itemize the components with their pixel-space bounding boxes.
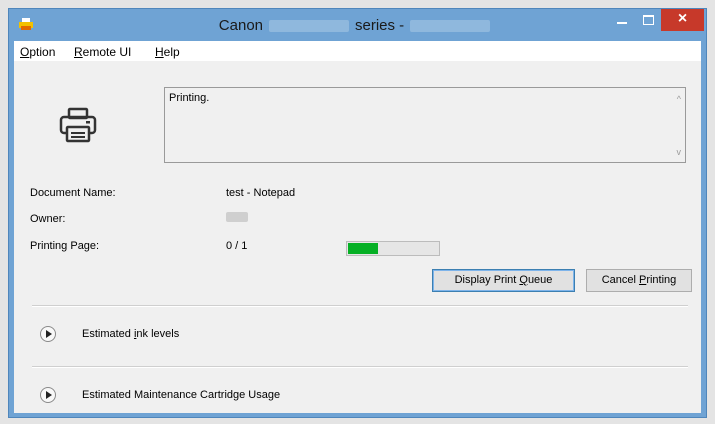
menu-option-label: ption — [29, 45, 56, 59]
client-area: Option Remote UI Help Printing. ^ v Docu… — [14, 41, 701, 413]
owner-label: Owner: — [30, 213, 66, 225]
ink-label-post: nk levels — [136, 328, 180, 340]
printer-status-window: Canon series - × Option Remote UI Help Pr… — [8, 8, 707, 418]
title-prefix: Canon — [218, 17, 263, 34]
maintenance-cartridge-label[interactable]: Estimated Maintenance Cartridge Usage — [82, 389, 280, 401]
title-bar[interactable]: Canon series - × — [9, 9, 706, 41]
status-message: Printing. — [169, 92, 210, 104]
menu-bar: Option Remote UI Help — [14, 41, 701, 61]
menu-remote-ui[interactable]: Remote UI — [74, 45, 131, 59]
menu-help[interactable]: Help — [155, 45, 180, 59]
queue-label-hotkey: Q — [519, 274, 528, 286]
redacted-model — [269, 20, 349, 32]
display-print-queue-button[interactable]: Display Print Queue — [432, 269, 575, 292]
minimize-button[interactable] — [609, 9, 635, 31]
menu-option[interactable]: Option — [20, 45, 55, 59]
menu-help-label: elp — [163, 45, 180, 59]
maximize-button[interactable] — [635, 9, 661, 31]
divider — [32, 366, 688, 368]
scroll-down-icon[interactable]: v — [677, 147, 682, 157]
document-name-label: Document Name: — [30, 187, 116, 199]
menu-option-hotkey: O — [20, 45, 30, 59]
queue-label-pre: Display Print — [454, 274, 520, 286]
menu-remote-ui-label: emote UI — [82, 45, 132, 59]
close-icon: × — [677, 10, 688, 27]
expand-arrow-icon — [46, 330, 52, 338]
expand-maintenance-cartridge-button[interactable] — [40, 387, 56, 403]
printing-page-label: Printing Page: — [30, 240, 100, 252]
scroll-up-icon[interactable]: ^ — [677, 94, 681, 104]
printer-icon — [59, 107, 97, 143]
menu-remote-ui-hotkey: R — [74, 45, 83, 59]
expand-ink-levels-button[interactable] — [40, 326, 56, 342]
cancel-label-post: rinting — [646, 274, 677, 286]
menu-help-hotkey: H — [155, 45, 164, 59]
cancel-printing-button[interactable]: Cancel Printing — [586, 269, 692, 292]
cancel-label-pre: Cancel — [601, 274, 639, 286]
title-suffix: series - — [355, 17, 405, 34]
window-title: Canon series - — [9, 17, 706, 34]
close-button[interactable]: × — [661, 9, 704, 31]
status-message-box[interactable]: Printing. ^ v — [164, 87, 686, 163]
redacted-owner — [226, 212, 248, 222]
print-progress-fill — [348, 243, 378, 254]
ink-label-pre: Estimated — [82, 328, 134, 340]
maximize-icon — [643, 15, 654, 25]
printing-page-value: 0 / 1 — [226, 240, 248, 252]
document-name-value: test - Notepad — [226, 187, 296, 199]
redacted-host — [410, 20, 491, 32]
minimize-icon — [617, 22, 627, 24]
expand-arrow-icon — [46, 391, 52, 399]
ink-levels-label[interactable]: Estimated ink levels — [82, 328, 179, 340]
print-progress-bar — [346, 241, 440, 256]
queue-label-post: ueue — [527, 274, 553, 286]
divider — [32, 305, 688, 307]
